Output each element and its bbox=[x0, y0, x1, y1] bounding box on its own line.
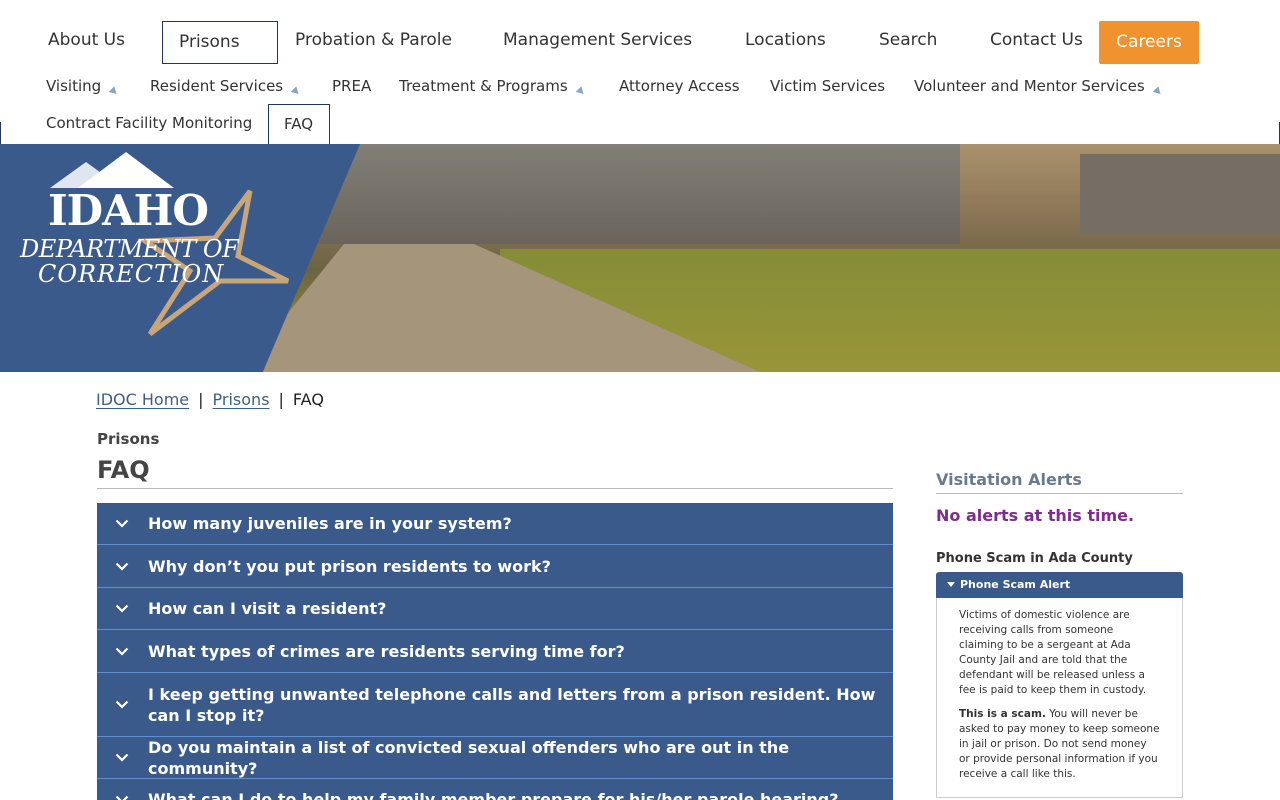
subnav-victim-services[interactable]: Victim Services bbox=[770, 77, 885, 95]
chevron-down-icon bbox=[115, 753, 148, 762]
chevron-down-icon bbox=[115, 647, 148, 656]
faq-item[interactable]: Do you maintain a list of convicted sexu… bbox=[97, 737, 893, 779]
nav-search[interactable]: Search bbox=[879, 30, 937, 50]
breadcrumb-home-link[interactable]: IDOC Home bbox=[96, 390, 189, 409]
top-navigation: About Us Prisons Probation & Parole Mana… bbox=[0, 0, 1280, 144]
faq-question: Why don’t you put prison residents to wo… bbox=[148, 556, 551, 576]
faq-item[interactable]: I keep getting unwanted telephone calls … bbox=[97, 673, 893, 737]
faq-item[interactable]: What types of crimes are residents servi… bbox=[97, 630, 893, 673]
breadcrumb: IDOC Home | Prisons | FAQ bbox=[96, 390, 324, 409]
subnav-visiting[interactable]: Visiting bbox=[46, 77, 120, 97]
breadcrumb-separator: | bbox=[198, 390, 204, 409]
mountain-icon bbox=[78, 152, 174, 188]
faq-item[interactable]: How many juveniles are in your system? bbox=[97, 503, 893, 545]
page-title: FAQ bbox=[97, 456, 893, 489]
faq-question: How can I visit a resident? bbox=[148, 599, 387, 618]
subnav-attorney-access[interactable]: Attorney Access bbox=[619, 77, 740, 95]
faq-item[interactable]: How can I visit a resident? bbox=[97, 588, 893, 630]
subnav-resident-services[interactable]: Resident Services bbox=[150, 77, 302, 97]
faq-item[interactable]: Why don’t you put prison residents to wo… bbox=[97, 545, 893, 588]
scam-paragraph: Victims of domestic violence are receivi… bbox=[959, 609, 1147, 696]
section-label: Prisons bbox=[97, 430, 160, 448]
subnav-volunteer-mentor[interactable]: Volunteer and Mentor Services bbox=[914, 77, 1163, 97]
subnav-treatment-programs[interactable]: Treatment & Programs bbox=[399, 77, 586, 97]
hero-banner: IDAHO DEPARTMENT OF CORRECTION bbox=[0, 144, 1280, 372]
visitation-alerts-title: Visitation Alerts bbox=[936, 470, 1183, 494]
subnav-faq[interactable]: FAQ bbox=[268, 104, 330, 144]
chevron-down-icon bbox=[115, 519, 148, 528]
faq-accordion: How many juveniles are in your system? W… bbox=[97, 503, 893, 800]
faq-question: I keep getting unwanted telephone calls … bbox=[148, 684, 876, 725]
nav-probation-parole[interactable]: Probation & Parole bbox=[295, 30, 452, 50]
logo-idaho-text: IDAHO bbox=[48, 186, 209, 235]
chevron-down-icon bbox=[115, 795, 148, 800]
chevron-down-icon bbox=[115, 604, 148, 613]
caret-down-icon bbox=[947, 582, 955, 587]
phone-scam-toggle[interactable]: Phone Scam Alert bbox=[936, 572, 1183, 598]
scam-paragraph: This is a scam. You will never be asked … bbox=[959, 707, 1160, 782]
phone-scam-heading: Phone Scam in Ada County bbox=[936, 551, 1133, 566]
subnav-label: Treatment & Programs bbox=[399, 77, 568, 95]
subnav-label: Volunteer and Mentor Services bbox=[914, 77, 1145, 95]
faq-question: Do you maintain a list of convicted sexu… bbox=[148, 737, 790, 778]
scam-warning-bold: This is a scam. bbox=[959, 708, 1046, 720]
subnav-label: Visiting bbox=[46, 77, 102, 95]
logo-department-text: DEPARTMENT OF bbox=[20, 235, 239, 263]
chevron-down-icon bbox=[115, 700, 148, 709]
logo-correction-text: CORRECTION bbox=[38, 260, 225, 288]
nav-about-us[interactable]: About Us bbox=[48, 30, 125, 50]
faq-question: What types of crimes are residents servi… bbox=[148, 641, 625, 661]
careers-button[interactable]: Careers bbox=[1099, 21, 1199, 64]
nav-management-services[interactable]: Management Services bbox=[503, 30, 692, 50]
sidebar: Visitation Alerts No alerts at this time… bbox=[936, 470, 1183, 798]
nav-prisons[interactable]: Prisons bbox=[162, 21, 278, 64]
alert-status: No alerts at this time. bbox=[936, 506, 1135, 525]
submenu-caret-icon bbox=[290, 86, 302, 97]
submenu-caret-icon bbox=[108, 86, 120, 97]
nav-border bbox=[0, 122, 1, 144]
faq-question: What can I do to help my family member p… bbox=[148, 790, 839, 800]
breadcrumb-current: FAQ bbox=[292, 390, 324, 409]
breadcrumb-prisons-link[interactable]: Prisons bbox=[213, 390, 270, 409]
breadcrumb-separator: | bbox=[278, 390, 284, 409]
submenu-caret-icon bbox=[575, 86, 586, 97]
subnav-prea[interactable]: PREA bbox=[332, 77, 371, 95]
phone-scam-toggle-label: Phone Scam Alert bbox=[960, 578, 1071, 591]
chevron-down-icon bbox=[115, 562, 148, 571]
faq-question: How many juveniles are in your system? bbox=[148, 514, 512, 533]
subnav-contract-facility-monitoring[interactable]: Contract Facility Monitoring bbox=[46, 114, 252, 132]
phone-scam-content: Victims of domestic violence are receivi… bbox=[936, 598, 1183, 798]
submenu-caret-icon bbox=[1152, 86, 1163, 97]
nav-contact-us[interactable]: Contact Us bbox=[990, 30, 1083, 50]
subnav-label: Resident Services bbox=[150, 77, 284, 95]
faq-item[interactable]: What can I do to help my family member p… bbox=[97, 779, 893, 800]
nav-locations[interactable]: Locations bbox=[745, 30, 826, 50]
